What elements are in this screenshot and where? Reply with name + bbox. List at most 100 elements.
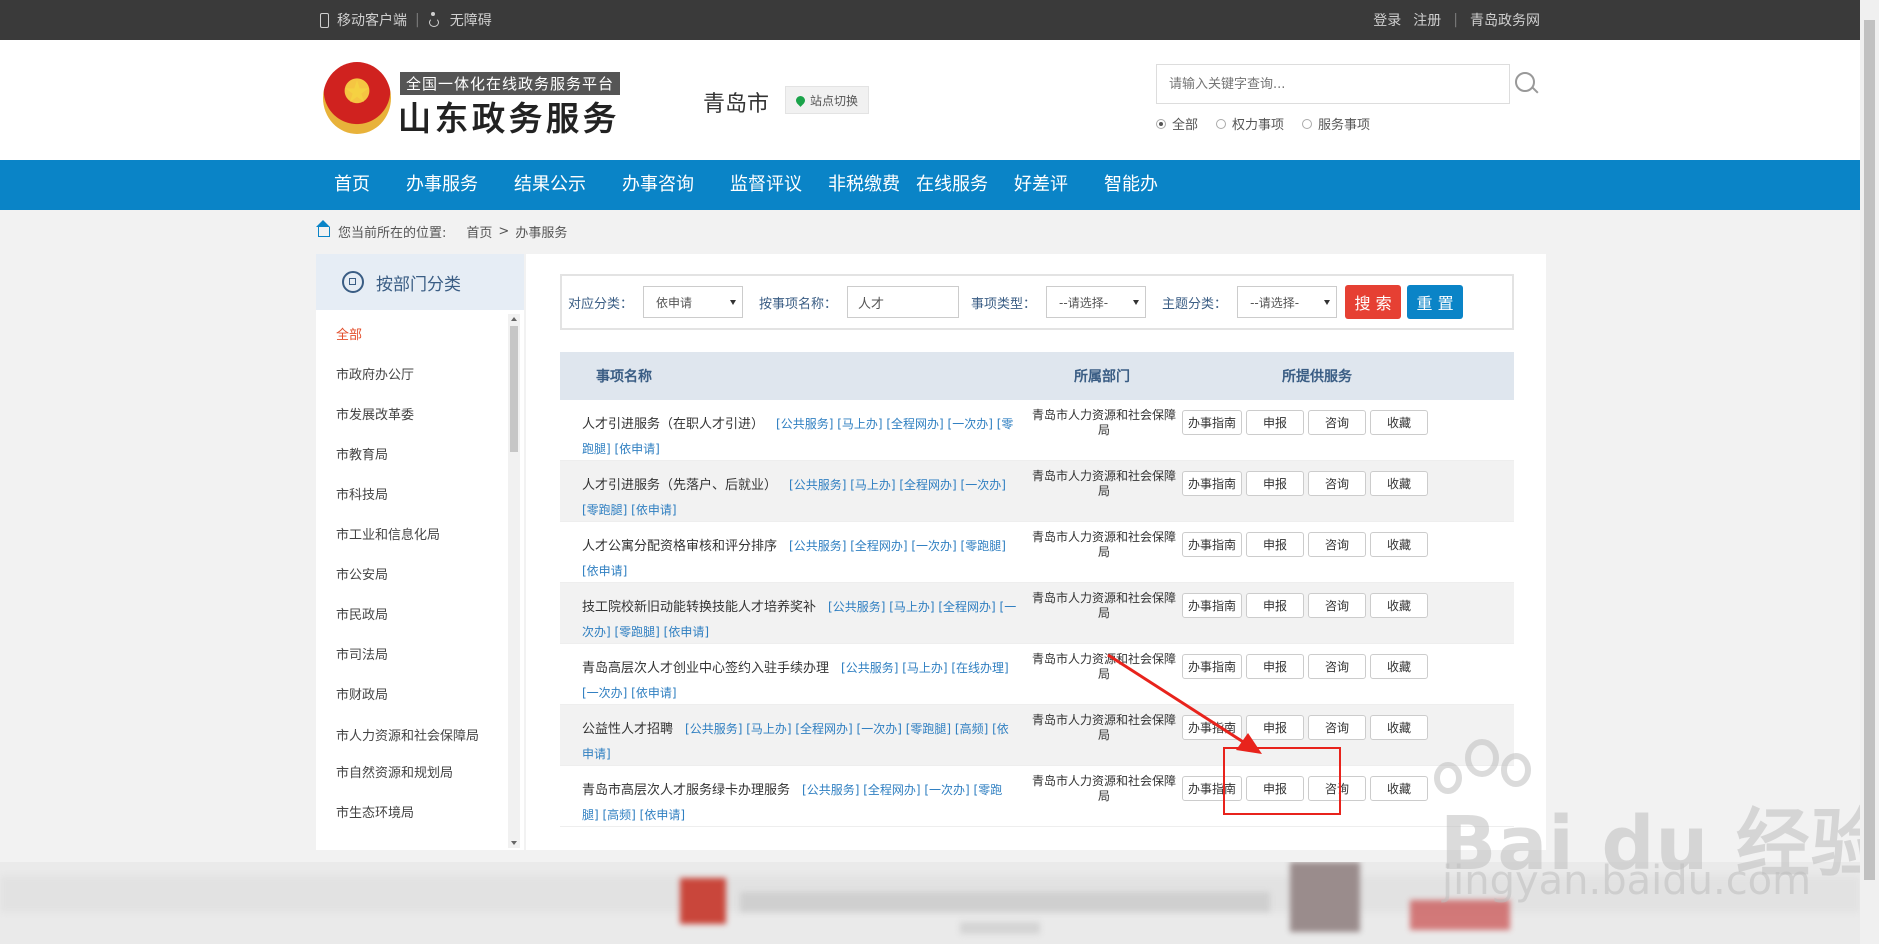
sidebar-item[interactable]: 市工业和信息化局 (316, 516, 496, 556)
sidebar-item[interactable]: 市民政局 (316, 596, 496, 636)
register-link[interactable]: 注册 (1413, 10, 1441, 30)
nav-item-fees[interactable]: 非税缴费 (820, 160, 908, 210)
consult-button[interactable]: 咨询 (1308, 410, 1366, 435)
theme-label: 主题分类： (1162, 296, 1228, 312)
column-header-department: 所属部门 (1074, 369, 1130, 385)
theme-select[interactable]: --请选择- (1237, 286, 1338, 318)
sidebar-item[interactable]: 市财政局 (316, 676, 496, 716)
guide-button[interactable]: 办事指南 (1182, 410, 1242, 435)
consult-button[interactable]: 咨询 (1308, 593, 1366, 618)
sidebar-item[interactable]: 市人力资源和社会保障局 (316, 716, 496, 754)
radio-dot[interactable] (1302, 118, 1313, 129)
consult-button[interactable]: 咨询 (1308, 654, 1366, 679)
favorite-button[interactable]: 收藏 (1370, 593, 1428, 618)
apply-button[interactable]: 申报 (1246, 593, 1304, 618)
top-bar: 移动客户端 | 无障碍 登录 注册 | 青岛政务网 (0, 0, 1860, 40)
search-scope-radios: 全部 权力事项 服务事项 (1156, 114, 1370, 133)
annotation-highlight-box (1223, 747, 1341, 815)
nav-item-home[interactable]: 首页 (316, 160, 388, 210)
department-cell: 青岛市人力资源和社会保障局 (1031, 469, 1176, 498)
guide-button[interactable]: 办事指南 (1182, 471, 1242, 496)
favorite-button[interactable]: 收藏 (1370, 410, 1428, 435)
breadcrumb-home[interactable]: 首页 (466, 222, 492, 241)
national-emblem-logo[interactable] (323, 62, 391, 134)
breadcrumb-prefix: 您当前所在的位置: (338, 226, 447, 241)
item-name-link[interactable]: 技工院校新旧动能转换技能人才培养奖补 (582, 600, 816, 615)
apply-button[interactable]: 申报 (1246, 715, 1304, 740)
sidebar-item[interactable]: 市公安局 (316, 556, 496, 596)
apply-button[interactable]: 申报 (1246, 410, 1304, 435)
watermark-url: jingyan.baidu.com (1442, 858, 1812, 904)
table-row: 人才引进服务（在职人才引进） [公共服务] [马上办] [全程网办] [一次办] … (560, 400, 1514, 461)
scrollbar-thumb[interactable] (510, 326, 518, 452)
search-icon[interactable] (1515, 72, 1535, 92)
category-select[interactable]: 依申请 (643, 286, 744, 318)
login-link[interactable]: 登录 (1373, 10, 1401, 30)
radio-dot[interactable] (1216, 118, 1227, 129)
sidebar-item[interactable]: 市生态环境局 (316, 794, 496, 834)
page-scrollbar[interactable] (1860, 0, 1879, 944)
sidebar-item[interactable]: 市发展改革委 (316, 396, 496, 436)
item-name-link[interactable]: 人才引进服务（先落户、后就业） (582, 478, 777, 493)
search-input[interactable] (1157, 65, 1521, 103)
guide-button[interactable]: 办事指南 (1182, 654, 1242, 679)
nav-item-consult[interactable]: 办事咨询 (604, 160, 712, 210)
nav-item-results[interactable]: 结果公示 (496, 160, 604, 210)
accessibility-link[interactable]: 无障碍 (450, 10, 492, 30)
guide-button[interactable]: 办事指南 (1182, 532, 1242, 557)
favorite-button[interactable]: 收藏 (1370, 471, 1428, 496)
mobile-client-link[interactable]: 移动客户端 (337, 10, 407, 30)
brand-title[interactable]: 山东政务服务 (398, 92, 620, 140)
guide-button[interactable]: 办事指南 (1182, 715, 1242, 740)
item-name-link[interactable]: 公益性人才招聘 (582, 722, 673, 737)
page-scrollbar-thumb[interactable] (1864, 20, 1875, 880)
favorite-button[interactable]: 收藏 (1370, 532, 1428, 557)
table-row: 人才引进服务（先落户、后就业） [公共服务] [马上办] [全程网办] [一次办]… (560, 461, 1514, 522)
breadcrumb-separator: > (498, 224, 510, 239)
qingdao-gov-link[interactable]: 青岛政务网 (1470, 10, 1540, 30)
item-name-link[interactable]: 人才引进服务（在职人才引进） (582, 417, 764, 432)
item-name-link[interactable]: 青岛市高层次人才服务绿卡办理服务 (582, 783, 790, 798)
item-name-link[interactable]: 青岛高层次人才创业中心签约入驻手续办理 (582, 661, 829, 676)
nav-item-smart[interactable]: 智能办 (1086, 160, 1176, 210)
guide-button[interactable]: 办事指南 (1182, 593, 1242, 618)
item-type-label: 事项类型： (971, 296, 1037, 312)
sidebar-item[interactable]: 市科技局 (316, 476, 496, 516)
radio-service-items[interactable]: 服务事项 (1302, 114, 1370, 133)
department-cell: 青岛市人力资源和社会保障局 (1031, 591, 1176, 620)
apply-button[interactable]: 申报 (1246, 654, 1304, 679)
nav-item-online[interactable]: 在线服务 (908, 160, 996, 210)
item-type-select[interactable]: --请选择- (1046, 286, 1147, 318)
sidebar-scrollbar[interactable] (508, 314, 520, 848)
nav-item-rating[interactable]: 好差评 (996, 160, 1086, 210)
sidebar-item[interactable]: 市自然资源和规划局 (316, 754, 496, 794)
department-icon (342, 271, 364, 293)
consult-button[interactable]: 咨询 (1308, 471, 1366, 496)
sidebar-item[interactable]: 市政府办公厅 (316, 356, 496, 396)
table-body: 人才引进服务（在职人才引进） [公共服务] [马上办] [全程网办] [一次办] … (560, 400, 1514, 827)
apply-button[interactable]: 申报 (1246, 471, 1304, 496)
table-row: 人才公寓分配资格审核和评分排序 [公共服务] [全程网办] [一次办] [零跑腿]… (560, 522, 1514, 583)
item-name-input[interactable]: 人才 (847, 286, 960, 318)
sidebar-item[interactable]: 市司法局 (316, 636, 496, 676)
service-items-table: 事项名称 所属部门 所提供服务 人才引进服务（在职人才引进） [公共服务] [马上… (560, 352, 1514, 827)
radio-label: 服务事项 (1318, 118, 1371, 133)
site-switch-button[interactable]: 站点切换 (785, 86, 870, 114)
apply-button[interactable]: 申报 (1246, 532, 1304, 557)
select-value: --请选择- (1059, 295, 1109, 310)
radio-power-items[interactable]: 权力事项 (1216, 114, 1284, 133)
sidebar-item[interactable]: 市教育局 (316, 436, 496, 476)
nav-item-services[interactable]: 办事服务 (388, 160, 496, 210)
sidebar-item-all[interactable]: 全部 (316, 316, 496, 356)
item-name-link[interactable]: 人才公寓分配资格审核和评分排序 (582, 539, 777, 554)
radio-dot[interactable] (1156, 118, 1166, 129)
reset-button[interactable]: 重 置 (1407, 285, 1464, 319)
favorite-button[interactable]: 收藏 (1370, 654, 1428, 679)
scroll-up-icon[interactable] (511, 317, 517, 321)
radio-all[interactable]: 全部 (1156, 114, 1198, 133)
scroll-down-icon[interactable] (511, 841, 517, 845)
nav-item-supervision[interactable]: 监督评议 (712, 160, 820, 210)
consult-button[interactable]: 咨询 (1308, 715, 1366, 740)
search-button[interactable]: 搜 索 (1345, 285, 1402, 319)
consult-button[interactable]: 咨询 (1308, 532, 1366, 557)
